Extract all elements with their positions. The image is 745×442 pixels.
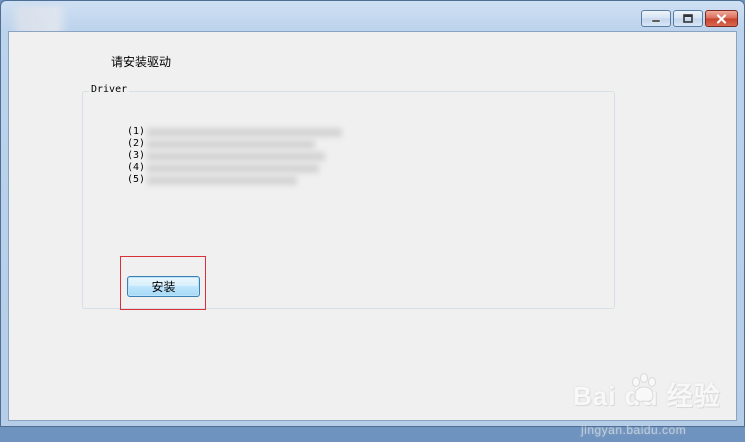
redacted-text (147, 176, 297, 185)
close-icon (716, 13, 727, 24)
list-item: (3) (127, 150, 325, 162)
item-number: (4) (127, 162, 146, 173)
groupbox-label: Driver (89, 84, 130, 95)
baidu-jingyan-watermark: Bai du 经验 jingyan.baidu.com (569, 372, 739, 442)
maximize-button[interactable] (673, 10, 703, 27)
redacted-text (147, 152, 325, 161)
install-button[interactable]: 安装 (127, 276, 200, 297)
redacted-text (147, 128, 342, 137)
list-item: (1) (127, 126, 342, 138)
list-item: (4) (127, 162, 319, 174)
close-button[interactable] (705, 10, 738, 27)
item-number: (3) (127, 150, 146, 161)
caption-buttons (641, 10, 738, 28)
minimize-button[interactable] (641, 10, 671, 27)
install-prompt-label: 请安装驱动 (111, 55, 172, 69)
driver-list: (1) (2) (3) (4) (5) (127, 126, 342, 186)
client-area: 请安装驱动 Driver (1) (2) (3) (4) (5) 安装 Bai … (8, 31, 737, 437)
app-window: 请安装驱动 Driver (1) (2) (3) (4) (5) 安装 Bai … (0, 0, 745, 437)
title-bar[interactable] (1, 1, 744, 36)
redacted-text (147, 140, 315, 149)
paw-icon (632, 373, 656, 402)
maximize-icon (683, 14, 693, 23)
item-number: (1) (127, 126, 146, 137)
list-item: (2) (127, 138, 315, 150)
redacted-text (147, 164, 319, 173)
watermark-site: jingyan.baidu.com (581, 423, 687, 437)
item-number: (5) (127, 174, 146, 185)
item-number: (2) (127, 138, 146, 149)
list-item: (5) (127, 174, 297, 186)
minimize-icon (651, 19, 661, 22)
